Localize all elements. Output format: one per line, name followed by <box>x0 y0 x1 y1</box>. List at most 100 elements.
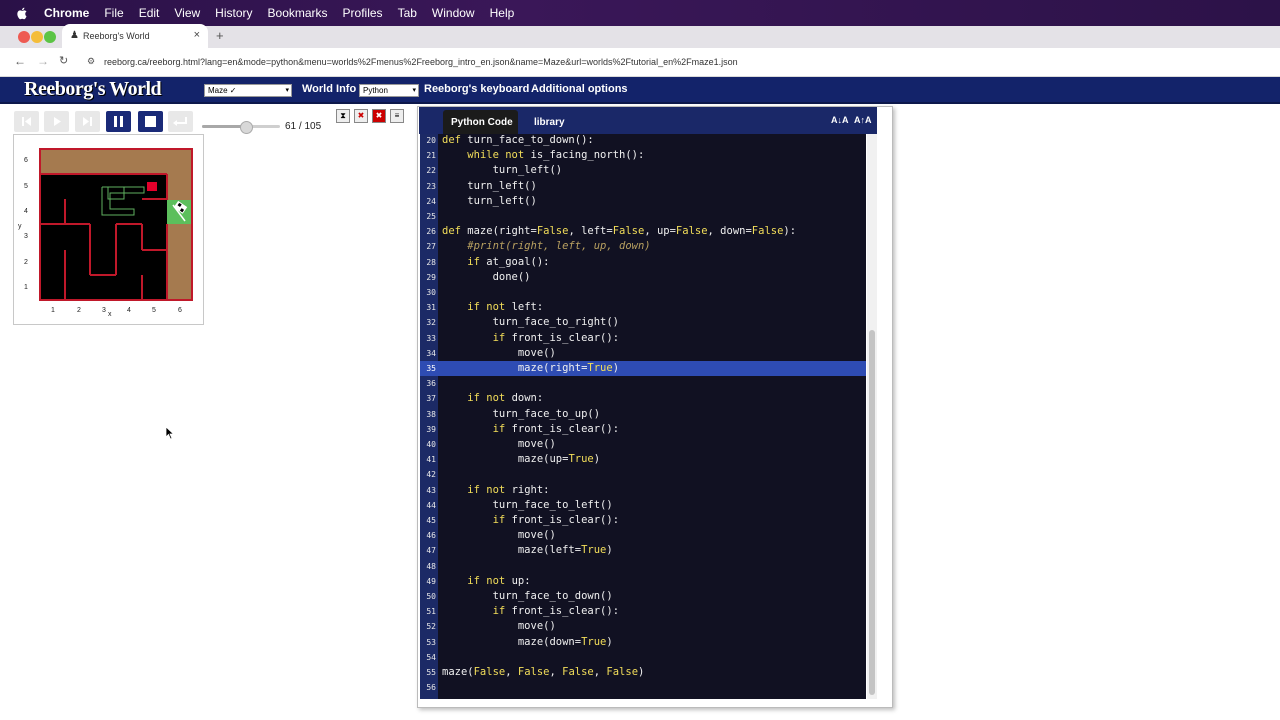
menu-file[interactable]: File <box>104 6 123 20</box>
code-line[interactable]: 37 if not down: <box>420 391 866 406</box>
back-icon[interactable]: ← <box>14 54 26 68</box>
minimize-window-button[interactable] <box>31 31 43 43</box>
menu-tab[interactable]: Tab <box>398 6 417 20</box>
maximize-window-button[interactable] <box>44 31 56 43</box>
menu-chrome[interactable]: Chrome <box>44 6 89 20</box>
menu-history[interactable]: History <box>215 6 252 20</box>
code-line[interactable]: 34 move() <box>420 346 866 361</box>
code-line[interactable]: 45 if front_is_clear(): <box>420 513 866 528</box>
code-line[interactable]: 43 if not right: <box>420 483 866 498</box>
menu-window[interactable]: Window <box>432 6 475 20</box>
code-line[interactable]: 44 turn_face_to_left() <box>420 498 866 513</box>
code-line[interactable]: 39 if front_is_clear(): <box>420 422 866 437</box>
code-line[interactable]: 22 turn_left() <box>420 163 866 178</box>
world-info-button[interactable]: World Info <box>302 83 356 95</box>
world-select[interactable]: Maze ✓ ▾ <box>204 84 292 97</box>
code-line[interactable]: 28 if at_goal(): <box>420 255 866 270</box>
speed-slider-handle[interactable] <box>240 121 253 134</box>
menu-view[interactable]: View <box>174 6 200 20</box>
edit-world-icon[interactable]: ≡ <box>390 109 404 123</box>
line-number: 43 <box>426 485 436 495</box>
stop-button[interactable] <box>138 111 163 132</box>
line-number: 23 <box>426 181 436 191</box>
code-text: turn_left() <box>442 194 537 207</box>
site-info-icon[interactable]: ⚙ <box>87 56 95 67</box>
code-line[interactable]: 41 maze(up=True) <box>420 452 866 467</box>
code-line[interactable]: 55 maze(False, False, False, False) <box>420 665 866 680</box>
code-line[interactable]: 48 <box>420 559 866 574</box>
code-line[interactable]: 52 move() <box>420 619 866 634</box>
code-line[interactable]: 54 <box>420 650 866 665</box>
code-line[interactable]: 33 if front_is_clear(): <box>420 331 866 346</box>
code-line[interactable]: 29 done() <box>420 270 866 285</box>
tab-library[interactable]: library <box>534 117 565 128</box>
code-line[interactable]: 23 turn_left() <box>420 179 866 194</box>
code-line[interactable]: 35 maze(right=True) <box>420 361 866 377</box>
apple-icon[interactable] <box>16 7 28 20</box>
menu-help[interactable]: Help <box>490 6 515 20</box>
menu-profiles[interactable]: Profiles <box>343 6 383 20</box>
maze-world[interactable] <box>14 135 203 324</box>
reload-world-button[interactable] <box>14 111 39 132</box>
tab-close-icon[interactable]: × <box>194 29 200 41</box>
step-counter: 61 / 105 <box>285 121 322 132</box>
line-number: 33 <box>426 333 436 343</box>
code-line[interactable]: 30 <box>420 285 866 300</box>
line-number: 54 <box>426 652 436 662</box>
code-line[interactable]: 36 <box>420 376 866 391</box>
code-line[interactable]: 47 maze(left=True) <box>420 543 866 558</box>
code-line[interactable]: 27 #print(right, left, up, down) <box>420 239 866 254</box>
line-number: 56 <box>426 683 436 693</box>
step-button[interactable] <box>75 111 100 132</box>
menu-edit[interactable]: Edit <box>139 6 160 20</box>
code-line[interactable]: 50 turn_face_to_down() <box>420 589 866 604</box>
browser-tab[interactable]: ♟ Reeborg's World × <box>62 24 208 48</box>
new-tab-button[interactable]: + <box>216 28 224 43</box>
code-text: if at_goal(): <box>467 255 550 268</box>
pause-button[interactable] <box>106 111 131 132</box>
forward-icon[interactable]: → <box>37 54 49 68</box>
code-line[interactable]: 25 <box>420 209 866 224</box>
code-line[interactable]: 26 def maze(right=False, left=False, up=F… <box>420 224 866 239</box>
code-line[interactable]: 32 turn_face_to_right() <box>420 315 866 330</box>
code-line[interactable]: 24 turn_left() <box>420 194 866 209</box>
code-line[interactable]: 53 maze(down=True) <box>420 635 866 650</box>
code-text: turn_face_to_up() <box>442 407 601 420</box>
y-label-4: 4 <box>24 208 28 215</box>
code-text: turn_face_to_right() <box>442 316 620 329</box>
close-window-button[interactable] <box>18 31 30 43</box>
highlight-toggle-icon[interactable]: ⧗ <box>336 109 350 123</box>
code-text: maze(right=True) <box>442 362 620 374</box>
language-select[interactable]: Python ▾ <box>359 84 419 97</box>
clear-world-icon[interactable]: ✖ <box>354 109 368 123</box>
reeborg-logo: Reeborg's World <box>24 78 162 100</box>
reeborg-keyboard-button[interactable]: Reeborg's keyboard <box>424 83 529 95</box>
line-number: 24 <box>426 196 436 206</box>
code-line[interactable]: 56 <box>420 680 866 695</box>
code-line[interactable]: 20 def turn_face_to_down(): <box>420 134 866 148</box>
code-line[interactable]: 40 move() <box>420 437 866 452</box>
code-line[interactable]: 51 if front_is_clear(): <box>420 604 866 619</box>
line-number: 47 <box>426 546 436 556</box>
code-line[interactable]: 21 while not is_facing_north(): <box>420 148 866 163</box>
editor-scrollbar-thumb[interactable] <box>869 330 875 695</box>
code-line[interactable]: 46 move() <box>420 528 866 543</box>
y-label-3: 3 <box>24 233 28 240</box>
code-line[interactable]: 42 <box>420 467 866 482</box>
decrease-font-button[interactable]: A↓A <box>831 115 849 125</box>
code-line[interactable]: 38 turn_face_to_up() <box>420 407 866 422</box>
reload-icon[interactable]: ↻ <box>59 54 68 67</box>
delete-icon[interactable]: ✖ <box>372 109 386 123</box>
increase-font-button[interactable]: A↑A <box>854 115 872 125</box>
code-area[interactable]: 20 def turn_face_to_down(): 21 while not i… <box>420 134 866 699</box>
additional-options-button[interactable]: Additional options <box>531 83 628 95</box>
code-line[interactable]: 49 if not up: <box>420 574 866 589</box>
menu-bookmarks[interactable]: Bookmarks <box>268 6 328 20</box>
run-button[interactable] <box>44 111 69 132</box>
tab-python-code-label[interactable]: Python Code <box>451 117 513 128</box>
code-line[interactable]: 31 if not left: <box>420 300 866 315</box>
reverse-step-button[interactable] <box>168 111 193 132</box>
address-bar[interactable]: reeborg.ca/reeborg.html?lang=en&mode=pyt… <box>104 57 738 67</box>
line-number: 22 <box>426 166 436 176</box>
code-text: turn_face_to_down() <box>442 590 613 602</box>
